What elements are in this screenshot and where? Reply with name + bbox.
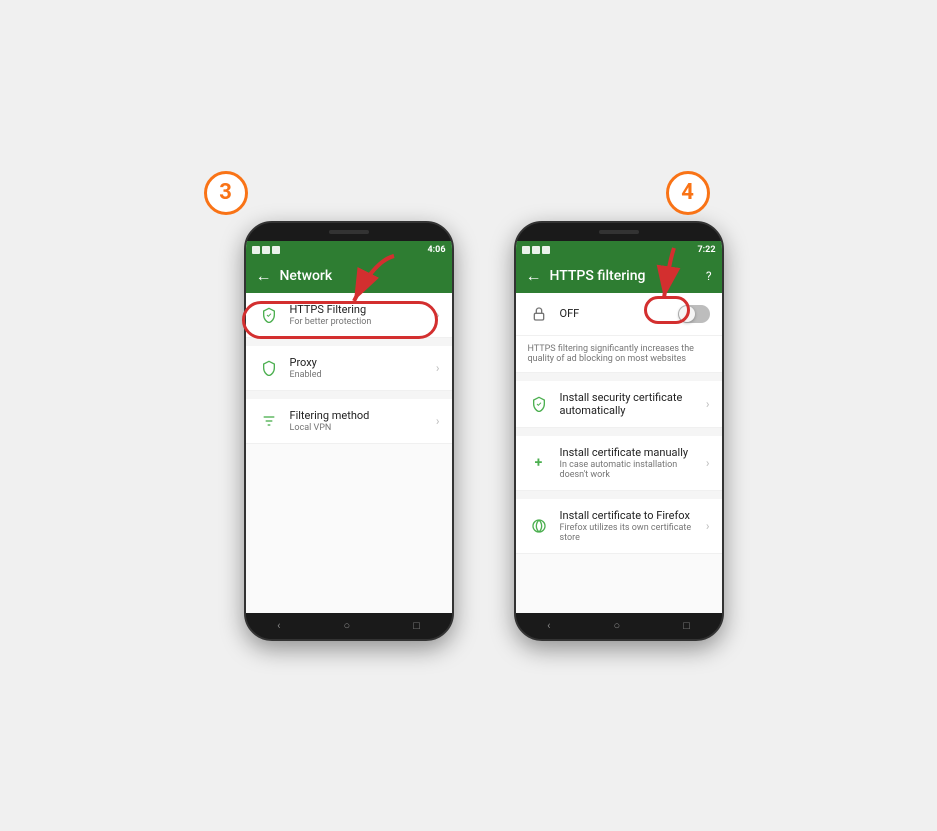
toggle-knob bbox=[679, 306, 695, 322]
status-icon-4-2 bbox=[532, 246, 540, 254]
network-list: HTTPS Filtering For better protection › bbox=[246, 293, 452, 613]
app-title-3: Network bbox=[280, 268, 442, 284]
filtering-method-item[interactable]: Filtering method Local VPN › bbox=[246, 399, 452, 444]
proxy-item[interactable]: Proxy Enabled › bbox=[246, 346, 452, 391]
status-icon-4-1 bbox=[522, 246, 530, 254]
https-filtering-icon bbox=[258, 304, 280, 326]
phone-3-bottom-nav: ‹ ○ □ bbox=[246, 613, 452, 639]
https-filtering-item[interactable]: HTTPS Filtering For better protection › bbox=[246, 293, 452, 338]
https-filtering-content: OFF HTTPS filtering significantly increa… bbox=[516, 293, 722, 613]
install-cert-manual-title: Install certificate manually bbox=[560, 446, 696, 459]
install-cert-manual-icon: + bbox=[528, 452, 550, 474]
plus-icon: + bbox=[535, 455, 543, 471]
https-filtering-chevron: › bbox=[436, 308, 440, 322]
install-cert-firefox-text: Install certificate to Firefox Firefox u… bbox=[560, 509, 696, 543]
speaker-4 bbox=[599, 230, 639, 234]
status-bar-4: 7:22 bbox=[516, 241, 722, 259]
divider-4-1 bbox=[516, 373, 722, 381]
step-4-badge: 4 bbox=[666, 171, 710, 215]
install-cert-firefox-item[interactable]: Install certificate to Firefox Firefox u… bbox=[516, 499, 722, 554]
status-icon-2 bbox=[262, 246, 270, 254]
status-icons-left-4 bbox=[522, 246, 550, 254]
install-cert-firefox-title: Install certificate to Firefox bbox=[560, 509, 696, 522]
install-cert-auto-icon bbox=[528, 393, 550, 415]
phone-3-screen: 4:06 ← Network bbox=[246, 241, 452, 613]
back-button-4[interactable]: ← bbox=[526, 266, 542, 286]
https-off-label: OFF bbox=[560, 307, 668, 320]
install-cert-manual-subtitle: In case automatic installation doesn't w… bbox=[560, 460, 696, 480]
https-description: HTTPS filtering significantly increases … bbox=[516, 336, 722, 373]
main-scene: 3 4 4:06 bbox=[204, 171, 734, 661]
install-cert-firefox-subtitle: Firefox utilizes its own certificate sto… bbox=[560, 523, 696, 543]
install-cert-firefox-icon bbox=[528, 515, 550, 537]
filtering-method-chevron: › bbox=[436, 414, 440, 428]
status-time-3: 4:06 bbox=[427, 245, 445, 255]
nav-home-4[interactable]: ○ bbox=[614, 619, 621, 632]
status-icon-3 bbox=[272, 246, 280, 254]
phone-3: 4:06 ← Network bbox=[234, 201, 464, 661]
install-cert-auto-item[interactable]: Install security certificate automatical… bbox=[516, 381, 722, 428]
app-title-4: HTTPS filtering bbox=[550, 268, 698, 284]
https-toggle[interactable] bbox=[678, 305, 710, 323]
nav-recent-4[interactable]: □ bbox=[683, 619, 690, 632]
status-bar-3: 4:06 bbox=[246, 241, 452, 259]
help-icon-4[interactable]: ? bbox=[706, 269, 712, 283]
filtering-method-subtitle: Local VPN bbox=[290, 423, 426, 433]
status-icon-1 bbox=[252, 246, 260, 254]
proxy-subtitle: Enabled bbox=[290, 370, 426, 380]
divider-4-2 bbox=[516, 428, 722, 436]
divider-1 bbox=[246, 338, 452, 346]
app-bar-4: ← HTTPS filtering ? bbox=[516, 259, 722, 293]
nav-recent-3[interactable]: □ bbox=[413, 619, 420, 632]
lock-icon bbox=[528, 303, 550, 325]
https-filtering-text: HTTPS Filtering For better protection bbox=[290, 303, 426, 327]
speaker bbox=[329, 230, 369, 234]
app-bar-3: ← Network bbox=[246, 259, 452, 293]
divider-4-3 bbox=[516, 491, 722, 499]
filtering-method-text: Filtering method Local VPN bbox=[290, 409, 426, 433]
filtering-method-icon bbox=[258, 410, 280, 432]
https-toggle-row: OFF bbox=[516, 293, 722, 336]
back-button-3[interactable]: ← bbox=[256, 266, 272, 286]
phone-4-shell: 7:22 ← HTTPS filtering ? bbox=[514, 221, 724, 641]
install-cert-manual-item[interactable]: + Install certificate manually In case a… bbox=[516, 436, 722, 491]
filtering-method-title: Filtering method bbox=[290, 409, 426, 422]
install-cert-auto-chevron: › bbox=[706, 397, 710, 411]
phone-4-top bbox=[516, 223, 722, 241]
install-cert-firefox-chevron: › bbox=[706, 519, 710, 533]
nav-back-4[interactable]: ‹ bbox=[547, 619, 550, 632]
step-3-badge: 3 bbox=[204, 171, 248, 215]
phone-3-top bbox=[246, 223, 452, 241]
phone-4-screen: 7:22 ← HTTPS filtering ? bbox=[516, 241, 722, 613]
https-filtering-subtitle: For better protection bbox=[290, 317, 426, 327]
install-cert-manual-chevron: › bbox=[706, 456, 710, 470]
proxy-chevron: › bbox=[436, 361, 440, 375]
phone-4-bottom-nav: ‹ ○ □ bbox=[516, 613, 722, 639]
install-cert-manual-text: Install certificate manually In case aut… bbox=[560, 446, 696, 480]
proxy-text: Proxy Enabled bbox=[290, 356, 426, 380]
install-cert-auto-title: Install security certificate automatical… bbox=[560, 391, 696, 417]
https-filtering-title: HTTPS Filtering bbox=[290, 303, 426, 316]
status-icons-left bbox=[252, 246, 280, 254]
phone-4: 7:22 ← HTTPS filtering ? bbox=[504, 201, 734, 661]
status-time-4: 7:22 bbox=[697, 245, 715, 255]
phone-3-shell: 4:06 ← Network bbox=[244, 221, 454, 641]
install-cert-auto-text: Install security certificate automatical… bbox=[560, 391, 696, 417]
nav-home-3[interactable]: ○ bbox=[344, 619, 351, 632]
status-icon-4-3 bbox=[542, 246, 550, 254]
proxy-title: Proxy bbox=[290, 356, 426, 369]
nav-back-3[interactable]: ‹ bbox=[277, 619, 280, 632]
proxy-icon bbox=[258, 357, 280, 379]
divider-2 bbox=[246, 391, 452, 399]
